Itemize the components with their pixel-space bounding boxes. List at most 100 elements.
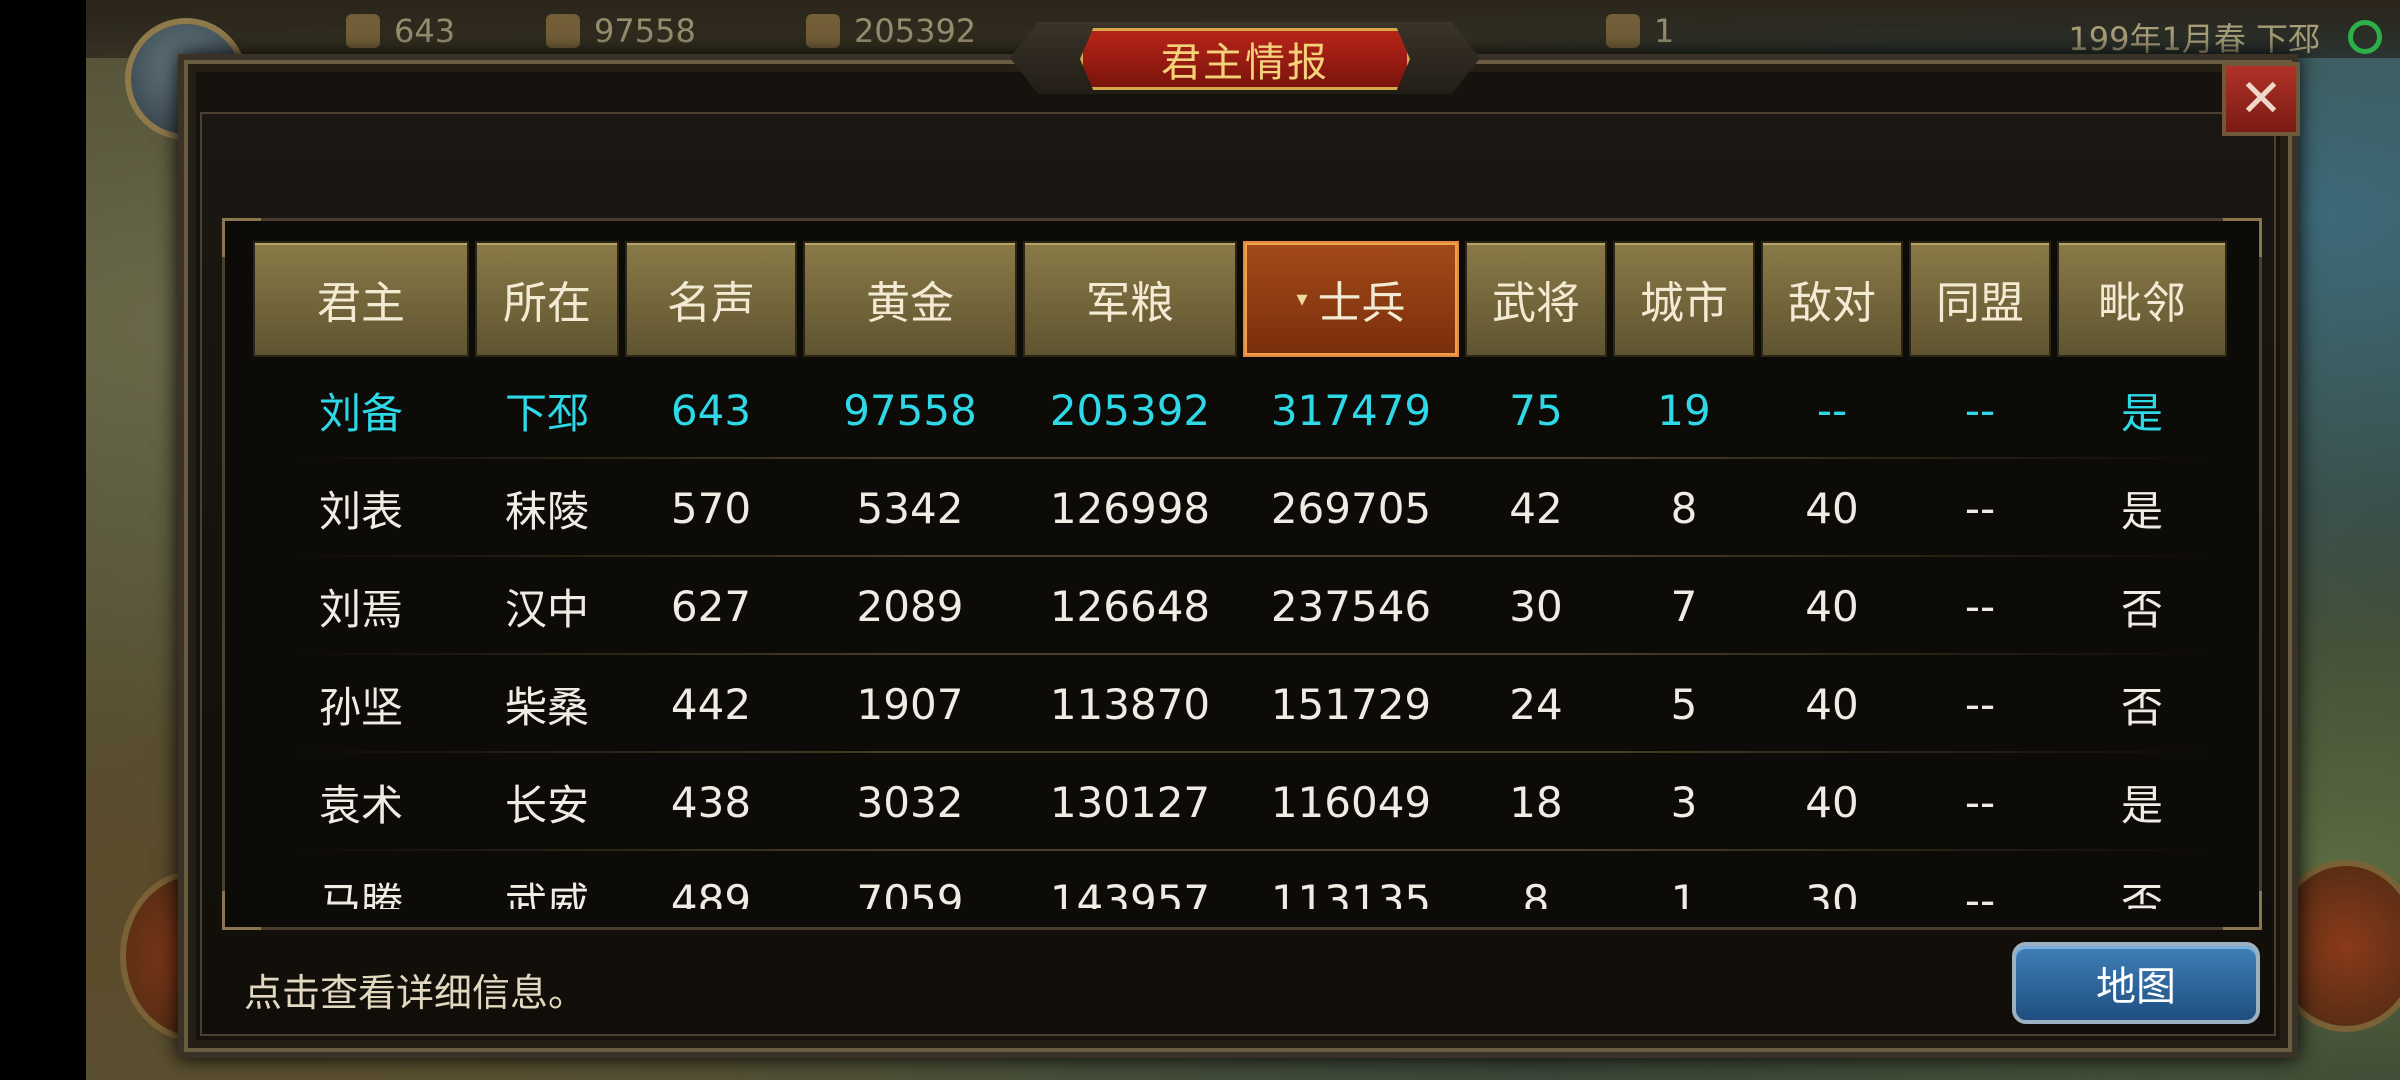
cell-gold: 97558 — [843, 385, 977, 435]
cell-generals: 18 — [1509, 777, 1563, 827]
header-label: 军粮 — [1086, 278, 1174, 329]
header-food[interactable]: 军粮 — [1023, 241, 1237, 357]
item-icon — [1606, 14, 1640, 48]
header-generals[interactable]: 武将 — [1465, 241, 1607, 357]
header-soldiers[interactable]: ▾ 士兵 — [1243, 241, 1459, 357]
cell-generals: 75 — [1509, 385, 1563, 435]
cell-cities: 19 — [1657, 385, 1711, 435]
cell-fame: 570 — [670, 483, 752, 533]
cell-generals: 8 — [1522, 875, 1550, 910]
gold-icon — [546, 14, 580, 48]
header-label: 武将 — [1492, 278, 1580, 329]
cell-alliance: -- — [1964, 581, 1996, 631]
cell-food: 143957 — [1049, 875, 1211, 910]
header-label: 所在 — [503, 278, 591, 329]
corner-ornament — [2223, 891, 2262, 930]
cell-cities: 1 — [1670, 875, 1698, 910]
header-ruler[interactable]: 君主 — [253, 241, 469, 357]
ruler-table: 君主 所在 名声 黄金 军粮 ▾ 士兵 武将 城市 敌对 同盟 毗邻 刘备 下邳 64… — [222, 218, 2262, 930]
cell-ruler: 刘焉 — [318, 584, 403, 634]
header-alliance[interactable]: 同盟 — [1909, 241, 2051, 357]
cell-ruler: 袁术 — [318, 780, 403, 830]
food-stat: 205392 — [806, 12, 977, 50]
cell-food: 113870 — [1049, 679, 1211, 729]
cell-fame: 489 — [670, 875, 752, 910]
item-stat: 1 — [1606, 12, 1675, 50]
cell-generals: 30 — [1509, 581, 1563, 631]
cell-gold: 1907 — [856, 679, 964, 729]
cell-location: 柴桑 — [504, 682, 589, 732]
cell-hostility: 40 — [1805, 483, 1859, 533]
table-row[interactable]: 马腾 武威 489 7059 143957 113135 8 1 30 -- 否 — [253, 851, 2227, 910]
header-label: 名声 — [667, 278, 755, 329]
cell-soldiers: 237546 — [1270, 581, 1432, 631]
header-adjacent[interactable]: 毗邻 — [2057, 241, 2227, 357]
table-row[interactable]: 刘焉 汉中 627 2089 126648 237546 30 7 40 -- 否 — [253, 557, 2227, 655]
cell-adjacent: 是 — [2120, 388, 2163, 438]
cell-adjacent: 否 — [2120, 878, 2163, 910]
gold-value: 97558 — [594, 12, 696, 50]
cell-ruler: 刘备 — [318, 388, 403, 438]
table-row[interactable]: 袁术 长安 438 3032 130127 116049 18 3 40 -- 是 — [253, 753, 2227, 851]
cell-gold: 2089 — [856, 581, 964, 631]
cell-adjacent: 否 — [2120, 584, 2163, 634]
sort-arrow-icon: ▾ — [1296, 286, 1308, 312]
cell-fame: 442 — [670, 679, 752, 729]
header-cities[interactable]: 城市 — [1613, 241, 1755, 357]
table-row[interactable]: 刘表 秣陵 570 5342 126998 269705 42 8 40 -- 是 — [253, 459, 2227, 557]
header-location[interactable]: 所在 — [475, 241, 619, 357]
cell-adjacent: 是 — [2120, 486, 2163, 536]
cell-hostility: 30 — [1805, 875, 1859, 910]
cell-adjacent: 否 — [2120, 682, 2163, 732]
cell-alliance: -- — [1964, 875, 1996, 910]
cell-alliance: -- — [1964, 483, 1996, 533]
cell-hostility: -- — [1816, 385, 1848, 435]
cell-alliance: -- — [1964, 679, 1996, 729]
corner-ornament — [2223, 218, 2262, 257]
cell-location: 秣陵 — [504, 486, 589, 536]
fame-value: 643 — [394, 12, 456, 50]
item-value: 1 — [1654, 12, 1675, 50]
cell-soldiers: 116049 — [1270, 777, 1432, 827]
header-label: 士兵 — [1317, 278, 1406, 329]
table-row[interactable]: 刘备 下邳 643 97558 205392 317479 75 19 -- -- 是 — [253, 361, 2227, 459]
cell-cities: 5 — [1670, 679, 1698, 729]
header-label: 敌对 — [1788, 278, 1876, 329]
cell-food: 126648 — [1049, 581, 1211, 631]
cell-ruler: 马腾 — [318, 878, 403, 910]
cell-cities: 8 — [1670, 483, 1698, 533]
cell-hostility: 40 — [1805, 679, 1859, 729]
header-label: 城市 — [1640, 278, 1728, 329]
cell-alliance: -- — [1964, 385, 1996, 435]
cell-soldiers: 151729 — [1270, 679, 1432, 729]
fame-stat: 643 — [346, 12, 456, 50]
map-button[interactable]: 地图 — [2012, 942, 2260, 1024]
cell-gold: 7059 — [856, 875, 964, 910]
cell-soldiers: 113135 — [1270, 875, 1432, 910]
header-gold[interactable]: 黄金 — [803, 241, 1017, 357]
cell-hostility: 40 — [1805, 581, 1859, 631]
cell-gold: 3032 — [856, 777, 964, 827]
header-fame[interactable]: 名声 — [625, 241, 797, 357]
food-value: 205392 — [854, 12, 977, 50]
cell-location: 下邳 — [504, 388, 589, 438]
table-row[interactable]: 孙坚 柴桑 442 1907 113870 151729 24 5 40 -- 否 — [253, 655, 2227, 753]
dialog-title: 君主情报 — [1080, 28, 1410, 90]
header-label: 同盟 — [1936, 278, 2024, 329]
cell-food: 130127 — [1049, 777, 1211, 827]
header-hostility[interactable]: 敌对 — [1761, 241, 1903, 357]
header-label: 君主 — [317, 278, 405, 329]
cell-fame: 438 — [670, 777, 752, 827]
cell-fame: 643 — [670, 385, 752, 435]
cell-cities: 3 — [1670, 777, 1698, 827]
cell-soldiers: 269705 — [1270, 483, 1432, 533]
cell-location: 武威 — [504, 878, 589, 910]
food-icon — [806, 14, 840, 48]
hint-text: 点击查看详细信息。 — [244, 971, 587, 1015]
signal-icon — [2348, 20, 2382, 54]
cell-fame: 627 — [670, 581, 752, 631]
close-button[interactable]: ✕ — [2222, 62, 2300, 136]
cell-alliance: -- — [1964, 777, 1996, 827]
close-icon: ✕ — [2239, 69, 2283, 129]
cell-ruler: 刘表 — [318, 486, 403, 536]
